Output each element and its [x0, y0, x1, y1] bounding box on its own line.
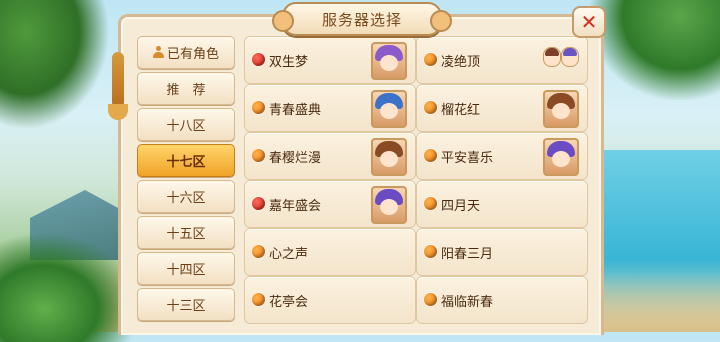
character-avatar-icon: [371, 138, 407, 176]
close-button[interactable]: ✕: [572, 6, 606, 38]
mini-character-icon: [561, 47, 579, 67]
dialog-title-plate: 服务器选择: [272, 2, 452, 36]
status-orange-dot-icon: [424, 53, 437, 66]
tab-label: 十四区: [166, 263, 206, 278]
tab-recommended[interactable]: 推 荐: [137, 72, 235, 105]
server-name: 阳春三月: [441, 247, 494, 262]
tab-label: 十七区: [166, 155, 206, 170]
tab-zone-14[interactable]: 十四区: [137, 252, 235, 285]
server-item[interactable]: 心之声: [244, 228, 416, 276]
server-item[interactable]: 四月天: [416, 180, 588, 228]
status-orange-dot-icon: [252, 101, 265, 114]
tab-existing-characters[interactable]: 已有角色: [137, 36, 235, 69]
tab-label: 十三区: [166, 299, 206, 314]
character-avatar-icon: [371, 90, 407, 128]
server-item[interactable]: 双生梦: [244, 36, 416, 84]
tab-label: 推 荐: [166, 83, 206, 98]
server-item[interactable]: 花亭会: [244, 276, 416, 324]
status-orange-dot-icon: [252, 293, 265, 306]
tab-zone-16[interactable]: 十六区: [137, 180, 235, 213]
tab-zone-18[interactable]: 十八区: [137, 108, 235, 141]
server-name: 双生梦: [269, 55, 309, 70]
status-orange-dot-icon: [424, 293, 437, 306]
server-name: 榴花红: [441, 103, 481, 118]
server-item[interactable]: 春樱烂漫: [244, 132, 416, 180]
server-name: 福临新春: [441, 295, 494, 310]
server-name: 春樱烂漫: [269, 151, 322, 166]
server-item[interactable]: 平安喜乐: [416, 132, 588, 180]
server-name: 平安喜乐: [441, 151, 494, 166]
close-icon: ✕: [580, 10, 598, 34]
status-red-dot-icon: [252, 197, 265, 210]
server-item[interactable]: 青春盛典: [244, 84, 416, 132]
server-item[interactable]: 榴花红: [416, 84, 588, 132]
server-item[interactable]: 凌绝顶: [416, 36, 588, 84]
person-icon: [152, 46, 164, 59]
status-orange-dot-icon: [424, 245, 437, 258]
server-item[interactable]: 阳春三月: [416, 228, 588, 276]
status-orange-dot-icon: [252, 149, 265, 162]
tab-label: 十五区: [166, 227, 206, 242]
background-palm-top-left: [0, 0, 110, 130]
server-name: 凌绝顶: [441, 55, 481, 70]
tab-label: 已有角色: [166, 47, 219, 62]
mini-character-icon: [543, 47, 561, 67]
server-name: 花亭会: [269, 295, 309, 310]
tab-zone-17[interactable]: 十七区: [137, 144, 235, 177]
character-avatar-icon: [371, 42, 407, 80]
server-name: 嘉年盛会: [269, 199, 322, 214]
tassel-ornament: [108, 52, 128, 120]
background-palm-top-right: [590, 0, 720, 100]
tab-zone-13[interactable]: 十三区: [137, 288, 235, 321]
status-red-dot-icon: [252, 53, 265, 66]
tab-label: 十六区: [166, 191, 206, 206]
status-orange-dot-icon: [424, 101, 437, 114]
status-orange-dot-icon: [252, 245, 265, 258]
character-avatar-icon: [543, 90, 579, 128]
character-avatar-icon: [543, 138, 579, 176]
dialog-title: 服务器选择: [321, 10, 402, 29]
server-item[interactable]: 福临新春: [416, 276, 588, 324]
tab-zone-15[interactable]: 十五区: [137, 216, 235, 249]
status-orange-dot-icon: [424, 149, 437, 162]
character-avatar-icon: [371, 186, 407, 224]
server-item[interactable]: 嘉年盛会: [244, 180, 416, 228]
status-orange-dot-icon: [424, 197, 437, 210]
tab-label: 十八区: [166, 119, 206, 134]
server-name: 四月天: [441, 199, 481, 214]
server-name: 心之声: [269, 247, 309, 262]
server-name: 青春盛典: [269, 103, 322, 118]
